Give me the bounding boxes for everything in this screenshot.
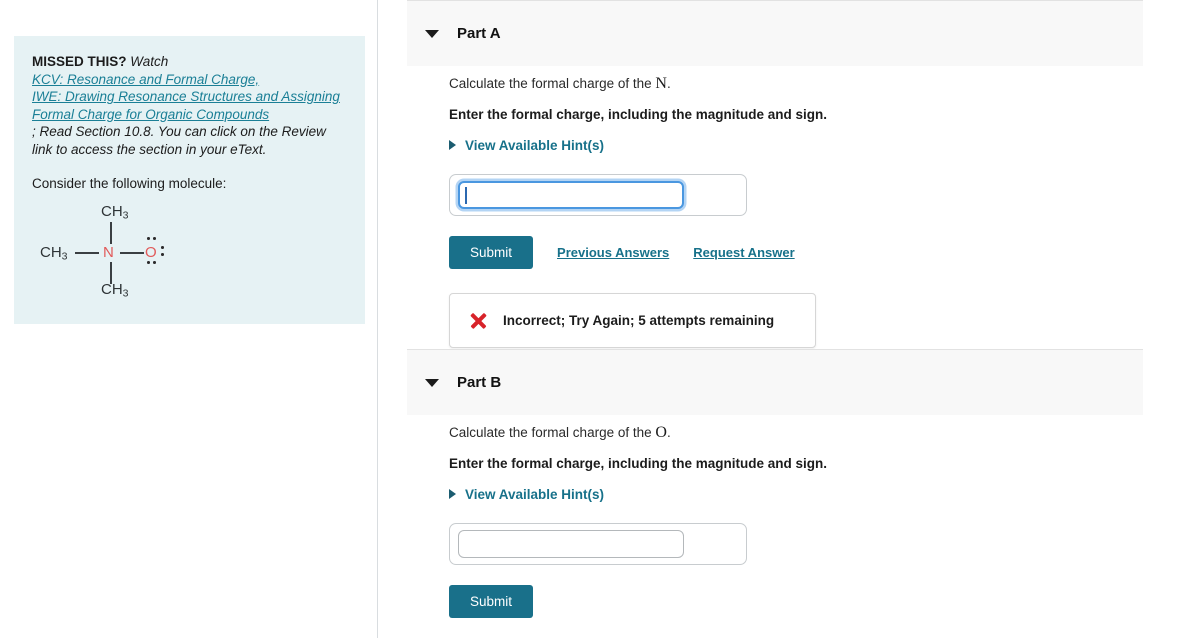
molecule-lone-pair-dot — [147, 237, 150, 240]
molecule-lone-pair-dot — [153, 237, 156, 240]
x-mark-icon — [470, 312, 487, 329]
missed-this-label: MISSED THIS? — [32, 54, 127, 69]
caret-down-icon[interactable] — [425, 29, 439, 38]
consider-molecule-text: Consider the following molecule: — [32, 176, 227, 191]
molecule-lone-pair-dot — [161, 253, 164, 256]
read-section-text: ; Read Section 10.8. You can click on th… — [32, 124, 326, 157]
part-b-submit-button[interactable]: Submit — [449, 585, 534, 618]
part-a-submit-button[interactable]: Submit — [449, 236, 534, 269]
part-b-question-variable: O — [655, 424, 667, 441]
left-column: MISSED THIS? Watch KCV: Resonance and Fo… — [0, 0, 377, 638]
caret-down-icon[interactable] — [425, 378, 439, 387]
part-b-view-hints-label: View Available Hint(s) — [465, 486, 605, 502]
part-b-body: Calculate the formal charge of the O. En… — [407, 424, 1167, 618]
molecule-atom-top-ch3: CH3 — [101, 203, 129, 222]
part-a-button-row: Submit Previous Answers Request Answer — [449, 236, 1167, 269]
molecule-lone-pair-dot — [147, 261, 150, 264]
molecule-diagram: CH3 CH3 N O CH3 — [40, 204, 290, 304]
caret-right-icon — [449, 489, 456, 499]
part-a-feedback-text: Incorrect; Try Again; 5 attempts remaini… — [503, 313, 775, 328]
link-iwe-drawing-resonance-line1[interactable]: IWE: Drawing Resonance Structures and As… — [32, 89, 340, 104]
part-b-question-suffix: . — [666, 425, 671, 440]
part-b-answer-container[interactable] — [449, 523, 747, 565]
watch-word: Watch — [130, 54, 169, 69]
part-a-question-prefix: Calculate the formal charge of the — [449, 76, 656, 91]
part-a-previous-answers-link[interactable]: Previous Answers — [557, 245, 669, 260]
part-a-request-answer-link[interactable]: Request Answer — [693, 245, 794, 260]
hint-link-row-2: IWE: Drawing Resonance Structures and As… — [32, 88, 347, 106]
part-a-view-hints-toggle[interactable]: View Available Hint(s) — [407, 138, 604, 153]
molecule-atom-oxygen: O — [145, 244, 157, 261]
hint-link-row-1: KCV: Resonance and Formal Charge, — [32, 71, 347, 89]
molecule-bond-left — [75, 252, 99, 254]
link-kcv-resonance-formal-charge[interactable]: KCV: Resonance and Formal Charge, — [32, 72, 259, 87]
missed-this-heading: MISSED THIS? Watch — [32, 53, 347, 71]
right-column: Part A Calculate the formal charge of th… — [378, 0, 1200, 638]
part-b-view-hints-toggle[interactable]: View Available Hint(s) — [407, 487, 604, 502]
part-a-feedback-box: Incorrect; Try Again; 5 attempts remaini… — [449, 293, 816, 348]
part-a-answer-container[interactable] — [449, 174, 747, 216]
missed-this-panel: MISSED THIS? Watch KCV: Resonance and Fo… — [14, 36, 365, 324]
part-a-instruction: Enter the formal charge, including the m… — [449, 107, 828, 122]
part-a-title: Part A — [457, 25, 501, 42]
part-header-a[interactable]: Part A — [407, 0, 1143, 66]
part-b-title: Part B — [457, 374, 502, 391]
part-a-question-suffix: . — [666, 76, 671, 91]
part-b-answer-input[interactable] — [458, 530, 684, 558]
part-a-question-variable: N — [655, 75, 667, 92]
part-b-question-prefix: Calculate the formal charge of the — [449, 425, 656, 440]
molecule-atom-nitrogen: N — [103, 244, 114, 261]
caret-right-icon — [449, 140, 456, 150]
text-cursor — [465, 187, 467, 204]
molecule-atom-bottom-ch3: CH3 — [101, 281, 129, 300]
molecule-lone-pair-dot — [153, 261, 156, 264]
part-a-body: Calculate the formal charge of the N. En… — [407, 75, 1167, 348]
link-iwe-drawing-resonance-line2[interactable]: Formal Charge for Organic Compounds — [32, 107, 269, 122]
part-header-b[interactable]: Part B — [407, 349, 1143, 415]
page-root: MISSED THIS? Watch KCV: Resonance and Fo… — [0, 0, 1200, 638]
part-a-view-hints-label: View Available Hint(s) — [465, 137, 605, 153]
part-b-button-row: Submit — [449, 585, 1167, 618]
molecule-bond-right — [120, 252, 144, 254]
part-b-question: Calculate the formal charge of the O. — [407, 424, 1167, 442]
molecule-bond-top — [110, 222, 112, 244]
molecule-lone-pair-dot — [161, 246, 164, 249]
part-a-answer-input[interactable] — [458, 181, 684, 209]
part-b-instruction: Enter the formal charge, including the m… — [449, 456, 828, 471]
part-a-question: Calculate the formal charge of the N. — [407, 75, 1167, 93]
molecule-atom-left-ch3: CH3 — [40, 244, 68, 263]
hint-link-row-3: Formal Charge for Organic Compounds — [32, 106, 347, 124]
